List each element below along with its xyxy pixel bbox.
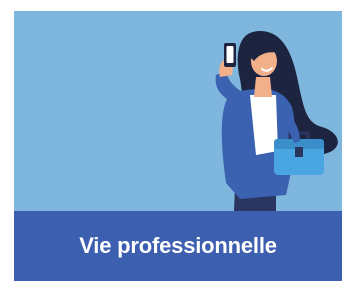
vie-professionnelle-card[interactable]: Vie professionnelle (14, 11, 342, 281)
card-label-bar: Vie professionnelle (14, 211, 342, 281)
woman-on-phone-with-briefcase-illustration (14, 11, 342, 211)
card-label: Vie professionnelle (79, 233, 277, 258)
